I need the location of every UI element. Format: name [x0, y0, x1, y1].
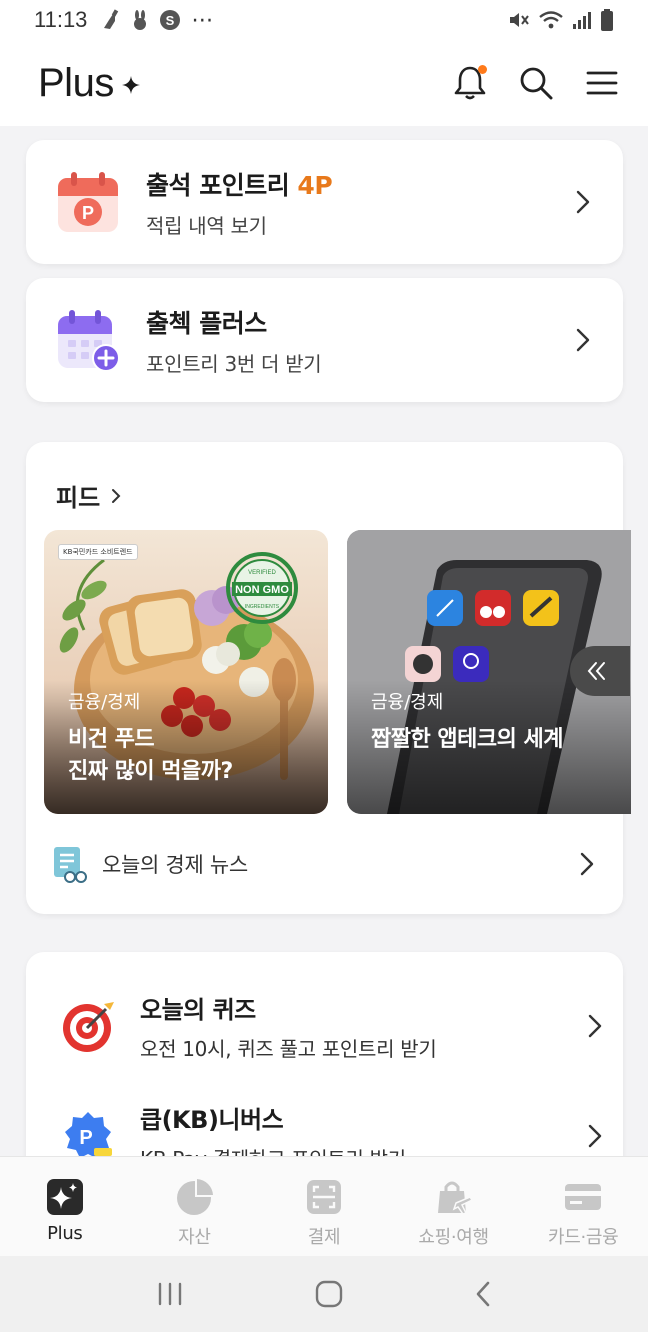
kb-card-badge: KB국민카드 소비트렌드 — [58, 544, 138, 560]
target-icon — [63, 1002, 114, 1052]
hamburger-icon — [586, 71, 618, 95]
back-icon[interactable] — [473, 1280, 493, 1308]
chevron-right-icon — [588, 1014, 602, 1038]
kb-universe-subtitle: KB Pay 결제하고 포인트리 받기 — [140, 1143, 585, 1156]
sparkle-icon — [121, 76, 140, 94]
attendance-title: 출석 포인트리 4P — [146, 170, 333, 200]
credit-card-icon — [565, 1184, 602, 1210]
more-status-icon: ⋯ — [191, 7, 214, 33]
bottom-tab-bar: Plus 자산 결제 쇼핑·여행 카드·금융 — [0, 1156, 648, 1256]
menu-button[interactable] — [582, 63, 622, 103]
chevron-right-icon — [112, 488, 121, 503]
attendance-points-card[interactable]: P 출석 포인트리 4P 적립 내역 보기 — [26, 140, 623, 264]
tab-shopping-label: 쇼핑·여행 — [418, 1227, 489, 1248]
pie-chart-icon — [177, 1179, 214, 1215]
shopping-plane-icon — [437, 1181, 473, 1215]
feed-card-category: 금융/경제 — [371, 692, 444, 713]
daily-quiz-subtitle: 오전 10시, 퀴즈 풀고 포인트리 받기 — [140, 1037, 437, 1061]
double-chevron-left-icon — [587, 662, 605, 680]
s-badge-icon: S — [160, 10, 181, 30]
tab-assets-label: 자산 — [178, 1227, 211, 1248]
mute-icon — [510, 13, 529, 27]
stamp-main-text: NON GMO — [235, 584, 289, 596]
brand-title: Plus — [38, 60, 114, 105]
feed-card-title: 비건 푸드 진짜 많이 먹을까? — [68, 727, 233, 784]
home-icon[interactable] — [314, 1279, 344, 1309]
rabbit-icon — [134, 10, 147, 30]
signal-icon — [573, 12, 591, 29]
svg-text:S: S — [166, 13, 175, 28]
kb-universe-title: 큽(KB)니버스 — [140, 1106, 284, 1134]
tab-card-finance[interactable]: 카드·금융 — [518, 1157, 648, 1256]
kb-universe-link[interactable]: P 큽(KB)니버스 KB Pay 결제하고 포인트리 받기 — [60, 1096, 605, 1156]
svg-text:P: P — [79, 1127, 92, 1149]
feed-header-link[interactable]: 피드 — [56, 478, 122, 513]
tab-payment-label: 결제 — [307, 1227, 341, 1248]
wifi-icon — [539, 11, 563, 29]
system-nav-bar — [0, 1256, 648, 1332]
point-badge-icon: P — [65, 1112, 112, 1156]
chevron-right-icon — [588, 1124, 602, 1148]
feed-collapse-button[interactable] — [570, 646, 630, 696]
feed-section: 피드 NON GMO VERIFIED INGREDIENTS KB국민카드 소… — [26, 442, 631, 914]
notification-button[interactable] — [450, 63, 490, 103]
scan-icon — [306, 1180, 341, 1214]
feed-card-category: 금융/경제 — [68, 692, 141, 713]
check-plus-subtitle: 포인트리 3번 더 받기 — [146, 351, 322, 376]
economy-news-label: 오늘의 경제 뉴스 — [102, 853, 248, 877]
tab-assets[interactable]: 자산 — [130, 1157, 260, 1256]
broom-icon — [104, 9, 119, 29]
check-plus-title: 출첵 플러스 — [146, 308, 267, 338]
feed-card-title: 짭짤한 앱테크의 세계 — [371, 727, 563, 752]
tab-shopping-travel[interactable]: 쇼핑·여행 — [389, 1157, 519, 1256]
battery-icon — [601, 9, 613, 31]
stamp-bottom-text: INGREDIENTS — [245, 604, 280, 610]
status-time: 11:13 — [34, 7, 88, 32]
events-section: 오늘의 퀴즈 오전 10시, 퀴즈 풀고 포인트리 받기 P 큽(KB)니버스 … — [26, 952, 623, 1156]
calendar-plus-icon — [58, 310, 120, 372]
feed-card-vegan-food[interactable]: NON GMO VERIFIED INGREDIENTS KB국민카드 소비트렌… — [44, 530, 328, 814]
status-bar: 11:13 S ⋯ — [0, 0, 648, 40]
tab-plus[interactable]: Plus — [0, 1157, 130, 1256]
attendance-points: 4P — [297, 170, 333, 200]
check-plus-card[interactable]: 출첵 플러스 포인트리 3번 더 받기 — [26, 278, 623, 402]
tab-payment[interactable]: 결제 — [259, 1157, 389, 1256]
attendance-subtitle: 적립 내역 보기 — [146, 213, 267, 238]
tab-plus-label: Plus — [47, 1223, 83, 1244]
calendar-points-icon: P — [58, 172, 118, 232]
stamp-top-text: VERIFIED — [248, 570, 276, 576]
chevron-right-icon — [576, 328, 590, 352]
chevron-right-icon — [580, 852, 594, 876]
economy-news-link[interactable]: 오늘의 경제 뉴스 — [52, 842, 597, 886]
svg-text:P: P — [82, 203, 94, 223]
brand-logo: Plus — [38, 61, 140, 106]
chevron-right-icon — [576, 190, 590, 214]
plus-sparkle-icon — [46, 1179, 83, 1215]
daily-quiz-link[interactable]: 오늘의 퀴즈 오전 10시, 퀴즈 풀고 포인트리 받기 — [60, 986, 605, 1066]
recent-apps-icon[interactable] — [155, 1281, 185, 1307]
search-icon — [520, 67, 553, 100]
app-header: Plus — [0, 40, 648, 126]
search-button[interactable] — [516, 63, 556, 103]
daily-quiz-title: 오늘의 퀴즈 — [140, 996, 256, 1024]
tab-card-label: 카드·금융 — [547, 1227, 619, 1248]
news-glasses-icon — [54, 847, 87, 883]
main-content: P 출석 포인트리 4P 적립 내역 보기 출첵 플러스 포인트리 3번 더 받… — [0, 126, 648, 1156]
notification-dot — [478, 65, 487, 74]
feed-title: 피드 — [56, 484, 101, 512]
